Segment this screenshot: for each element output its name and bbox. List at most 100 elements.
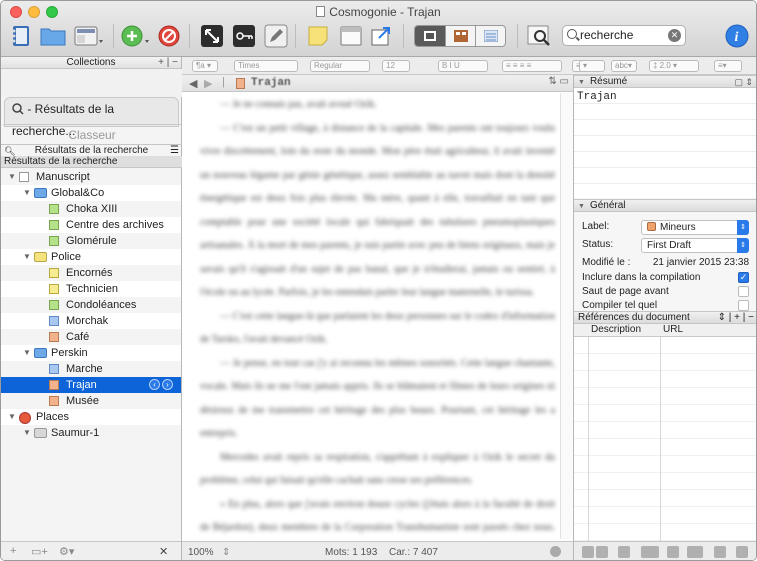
binder-item[interactable]: Choka XIII (1, 201, 181, 217)
text-color-popup[interactable]: ▾ (579, 60, 605, 72)
binder-item[interactable]: ▼ Police (1, 249, 181, 265)
disclosure-triangle-icon[interactable]: ▼ (8, 409, 16, 425)
view-mode-button[interactable] (71, 23, 105, 49)
layout-button[interactable] (415, 26, 445, 46)
zoom-stepper-icon[interactable]: ⇕ (222, 547, 230, 558)
font-style-popup[interactable]: Regular (310, 60, 370, 72)
disclosure-triangle-icon[interactable]: ▼ (23, 249, 31, 265)
binder-item[interactable]: Café (1, 329, 181, 345)
asis-checkbox[interactable] (738, 300, 749, 311)
binder-sidebar: Collections + | − - Résultats de la reche… (1, 57, 182, 560)
add-folder-icon[interactable]: ▭+ (31, 545, 48, 558)
binder-item[interactable]: ▼ Manuscript (1, 169, 181, 185)
window-title: Cosmogonie - Trajan (1, 5, 756, 19)
list-popup[interactable]: ≡▾ (714, 60, 742, 72)
split-editor-icon[interactable]: ⇅ ▭ (548, 76, 569, 87)
inspector-link-button[interactable] (367, 23, 395, 49)
add-button[interactable] (119, 23, 153, 49)
tag-tab-icon[interactable] (667, 546, 679, 558)
snapshot-button[interactable] (337, 23, 365, 49)
collection-add-remove[interactable]: + | − (158, 57, 178, 68)
lock-icon[interactable] (736, 546, 748, 558)
zoom-level[interactable]: 100% (188, 547, 214, 558)
binder-item[interactable]: Technicien (1, 281, 181, 297)
binder-item[interactable]: ▼ Places (1, 409, 181, 425)
references-table[interactable] (574, 337, 756, 547)
disclosure-triangle-icon[interactable]: ▼ (8, 169, 16, 185)
general-header[interactable]: ▼ Général (574, 199, 756, 212)
summary-header[interactable]: ▼ Résumé ▢ ⇕ (574, 75, 756, 88)
references-controls[interactable]: ⇕ | + | − (718, 312, 754, 324)
binder-item[interactable]: Glomérule (1, 233, 181, 249)
editor-scrollbar[interactable] (560, 93, 573, 539)
style-popup[interactable]: ¶a ▾ (192, 60, 218, 72)
new-folder-button[interactable] (39, 23, 67, 49)
column-description[interactable]: Description (591, 324, 641, 336)
column-url[interactable]: URL (663, 324, 683, 336)
snapshots-tab-icon[interactable] (687, 546, 703, 558)
search-results-filter[interactable]: 🔍︎ Résultats de la recherche ☰ (1, 144, 182, 156)
binder-item[interactable]: Centre des archives (1, 217, 181, 233)
binder-item[interactable]: Morchak (1, 313, 181, 329)
keywords-tab-icon[interactable] (641, 546, 659, 558)
outline-button[interactable] (475, 26, 505, 46)
summary-toggle-icon[interactable]: ▢ ⇕ (734, 76, 753, 88)
back-arrow-icon[interactable]: ◀ (189, 77, 197, 90)
comments-tab-icon[interactable] (714, 546, 726, 558)
keywords-button[interactable] (230, 23, 258, 49)
alignment-buttons[interactable]: ≡ ≡ ≡ ≡ (502, 60, 562, 72)
info-button[interactable]: i (723, 23, 751, 49)
include-checkbox[interactable]: ✓ (738, 272, 749, 283)
corkboard-button[interactable] (445, 26, 475, 46)
binder-item[interactable]: Musée (1, 393, 181, 409)
doc-orange-icon (236, 78, 245, 89)
search-input[interactable]: recherche ✕ (562, 25, 686, 46)
summary-text-area[interactable]: Trajan (574, 88, 756, 198)
magnifier-icon (12, 103, 24, 115)
modified-key[interactable]: Modifié le : (582, 257, 630, 268)
bold-italic-underline[interactable]: B I U (438, 60, 488, 72)
font-family-popup[interactable]: Times (234, 60, 298, 72)
compose-button[interactable] (262, 23, 290, 49)
previous-result-icon[interactable]: ‹ (149, 379, 160, 390)
books-tab-icon[interactable] (618, 546, 630, 558)
status-popup[interactable]: First Draft ⇕ (641, 238, 749, 253)
clear-search-button[interactable]: ✕ (668, 29, 681, 42)
folder-grey-icon (34, 428, 47, 438)
close-search-icon[interactable]: ✕ (159, 545, 168, 558)
references-header[interactable]: Références du document ⇕ | + | − (574, 311, 756, 324)
binder-button[interactable] (7, 23, 35, 49)
label-row: Label: Mineurs ⇕ (574, 218, 756, 236)
results-header-label: Résultats de la recherche (4, 156, 118, 167)
disclosure-triangle-icon[interactable]: ▼ (23, 345, 31, 361)
binder-item[interactable]: ▼ Saumur-1 (1, 425, 181, 441)
binder-item[interactable]: Marche (1, 361, 181, 377)
disclosure-triangle-icon[interactable]: ▼ (23, 425, 31, 441)
binder-item[interactable]: Encornés (1, 265, 181, 281)
forward-arrow-icon[interactable]: ▶ (204, 77, 212, 90)
binder-item-label: Perskin (51, 347, 88, 359)
binder-item[interactable]: ▼ Global&Co (1, 185, 181, 201)
font-size-popup[interactable]: 12 (382, 60, 410, 72)
notes-button[interactable] (304, 23, 332, 49)
find-button[interactable] (526, 23, 554, 49)
editor-text[interactable]: — Je ne connais pas, avait avoué Ozik. — … (200, 93, 555, 539)
binder-item-selected[interactable]: Trajan ‹ › (1, 377, 181, 393)
binder-item[interactable]: ▼ Perskin (1, 345, 181, 361)
highlight-popup[interactable]: abc▾ (611, 60, 637, 72)
collection-tab-search[interactable]: - Résultats de la recherche... (4, 97, 179, 138)
references-tab-icon[interactable] (596, 546, 608, 558)
add-item-icon[interactable]: + (10, 545, 16, 557)
binder-item[interactable]: Condoléances (1, 297, 181, 313)
target-icon[interactable] (550, 546, 561, 557)
delete-button[interactable] (155, 23, 183, 49)
notes-tab-icon[interactable] (582, 546, 594, 558)
pagebreak-checkbox[interactable] (738, 286, 749, 297)
fullscreen-button[interactable] (198, 23, 226, 49)
line-height-popup[interactable]: ‡ 2.0 ▾ (649, 60, 699, 72)
collection-tab-binder[interactable]: Classeur (3, 124, 181, 146)
disclosure-triangle-icon[interactable]: ▼ (23, 185, 31, 201)
gear-icon[interactable]: ⚙▾ (59, 545, 74, 558)
label-popup[interactable]: Mineurs ⇕ (641, 220, 749, 235)
next-result-icon[interactable]: › (162, 379, 173, 390)
